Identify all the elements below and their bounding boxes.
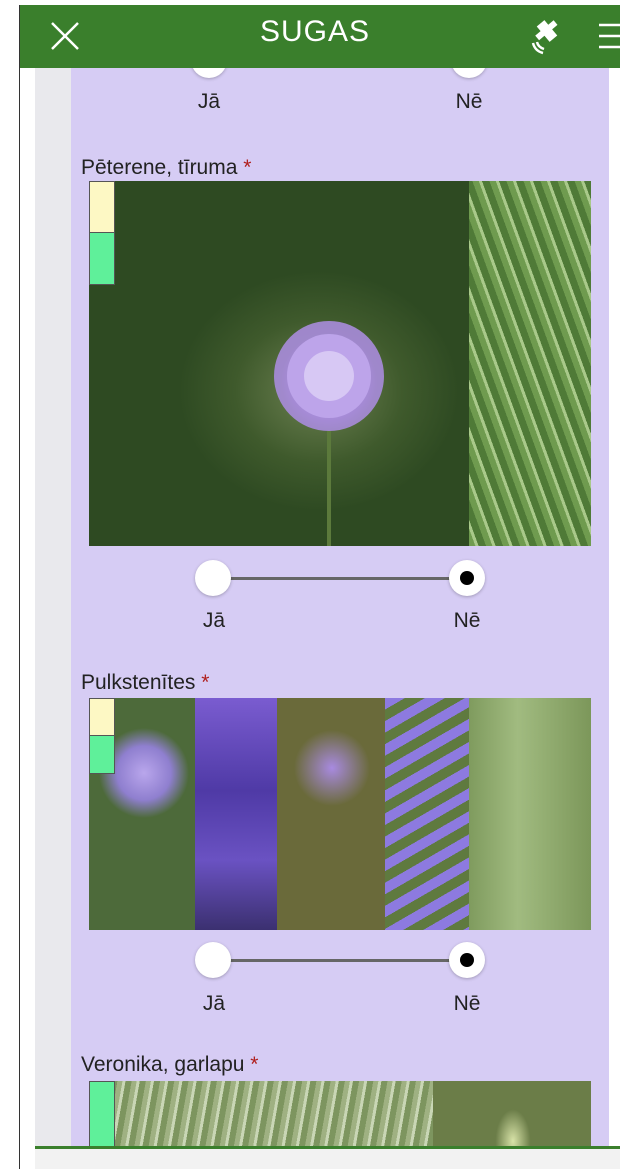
photo-bellflower-2: [195, 698, 277, 930]
species-photo[interactable]: [89, 181, 591, 546]
frequency-indicator: [89, 698, 115, 774]
no-label: Nē: [453, 992, 481, 1015]
toggle-knob-no-selected[interactable]: [449, 560, 485, 596]
species-photo[interactable]: [89, 1081, 591, 1148]
species-title: Pulkstenītes *: [81, 671, 210, 694]
frequency-indicator: [89, 1081, 115, 1148]
bottom-bar: [35, 1146, 620, 1169]
app-header: SUGAS: [20, 5, 620, 68]
toggle-track[interactable]: [213, 577, 465, 580]
toggle-knob-yes[interactable]: [195, 560, 231, 596]
species-list[interactable]: Jā Nē Pēterene, tīruma * Jā Nē Pulkstenī…: [71, 68, 609, 1148]
required-marker: *: [243, 156, 252, 179]
photo-veronica: [89, 1081, 433, 1148]
hamburger-menu-icon[interactable]: [595, 15, 620, 57]
page-title: SUGAS: [259, 15, 371, 48]
yes-label: Jā: [202, 992, 226, 1015]
frequency-indicator: [89, 181, 115, 285]
required-marker: *: [250, 1053, 259, 1076]
species-title: Veronika, garlapu *: [81, 1053, 259, 1076]
flower-head: [274, 321, 384, 546]
photo-veronica-2: [433, 1081, 591, 1148]
left-gutter: [35, 68, 71, 1169]
toggle-knob-no[interactable]: [451, 68, 487, 78]
yes-label: Jā: [202, 609, 226, 632]
no-label: Nē: [455, 90, 483, 113]
toggle-knob-yes[interactable]: [191, 68, 227, 78]
photo-bellflower-5: [469, 698, 591, 930]
toggle-track[interactable]: [213, 959, 465, 962]
no-label: Nē: [453, 609, 481, 632]
photo-bellflower-4: [385, 698, 469, 930]
required-marker: *: [201, 671, 210, 694]
species-title: Pēterene, tīruma *: [81, 156, 252, 179]
photo-grass-leaves: [469, 181, 591, 546]
app-frame: SUGAS Jā Nē Pēterene, tīruma * Jā Nē Pul…: [19, 5, 620, 1169]
toggle-knob-no-selected[interactable]: [449, 942, 485, 978]
toggle-knob-yes[interactable]: [195, 942, 231, 978]
yes-label: Jā: [197, 90, 221, 113]
species-photo[interactable]: [89, 698, 591, 930]
photo-bellflower-3: [277, 698, 385, 930]
satellite-icon[interactable]: [525, 15, 567, 57]
